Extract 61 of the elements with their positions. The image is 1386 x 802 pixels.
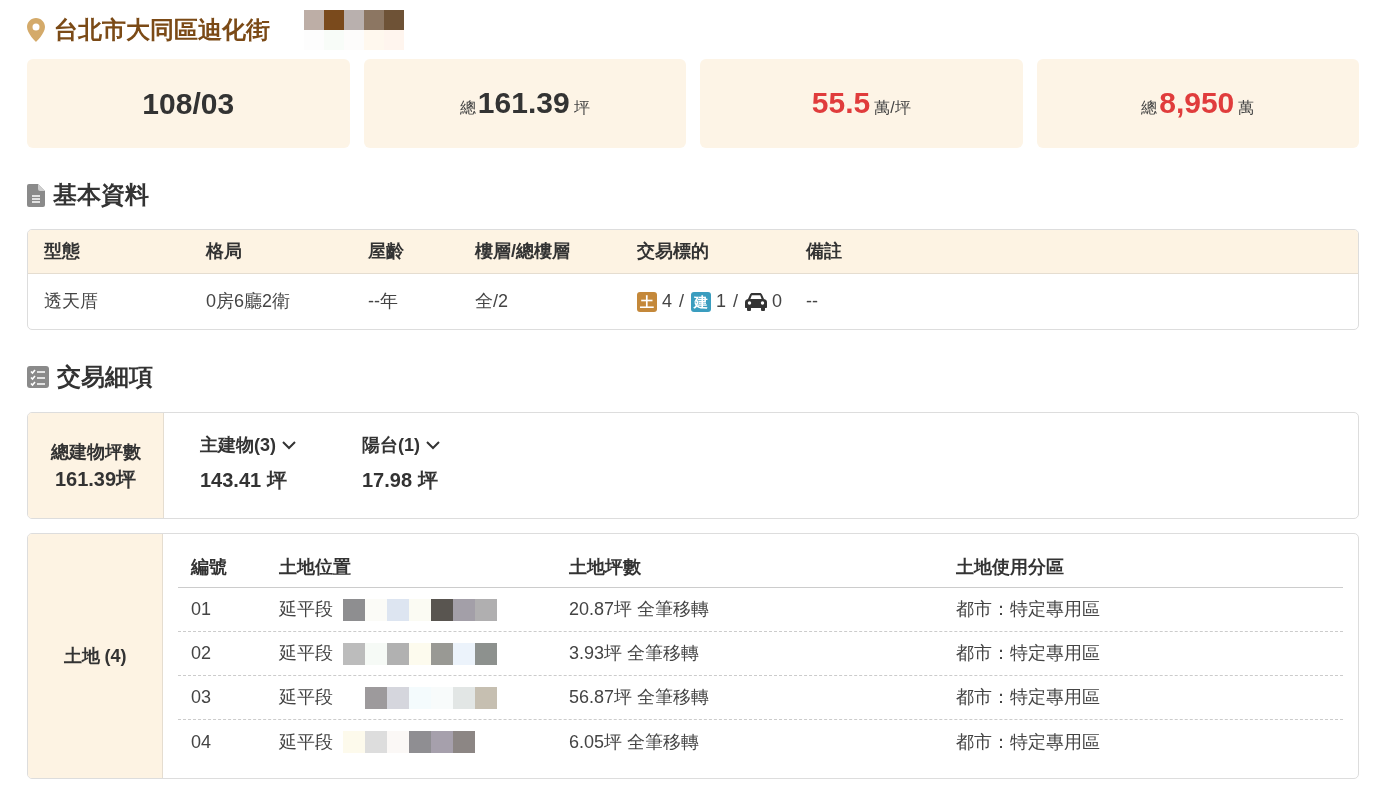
stat-unit: 萬/坪 [874,97,911,118]
table-cell-text: 全/2 [475,290,508,313]
expand-toggle[interactable]: 陽台(1) [362,436,440,454]
document-icon [27,183,45,207]
column-header: 樓層/總樓層 [475,240,570,263]
table-cell-text: 延平段 [279,642,333,665]
table-cell-text: --年 [368,290,398,313]
separator-slash: / [733,290,739,313]
location-title: 台北市大同區迪化街 [54,18,270,42]
table-cell-text: 延平段 [279,730,333,754]
table-cell-text: 04 [191,730,212,754]
table-cell-text: 透天厝 [44,290,98,313]
table-cell-text: 延平段 [279,686,333,709]
column-header: 編號 [191,556,227,579]
table-cell-text: 20.87坪 全筆移轉 [569,598,710,621]
stat-prefix: 總 [459,97,476,118]
section-heading: 基本資料 [53,183,149,207]
location-pin-icon [27,18,45,42]
column-header: 土地使用分區 [956,556,1064,579]
column-header: 屋齡 [368,240,404,263]
stat-value: 55.5 [811,87,871,118]
section-heading: 交易細項 [57,365,153,389]
stat-value: 108/03 [142,88,235,119]
car-icon [745,292,768,311]
table-cell-text: 延平段 [279,598,333,621]
area-value: 161.39坪 [54,468,137,489]
table-cell-text: 都市：特定專用區 [956,642,1100,665]
column-header: 備註 [806,240,842,263]
area-value: 143.41 坪 [200,470,287,490]
table-cell-text: 都市：特定專用區 [956,686,1100,709]
table-cell-text: 03 [191,686,212,709]
stat-unit: 萬 [1238,97,1255,118]
area-value: 17.98 坪 [362,470,438,490]
column-header: 型態 [44,240,80,263]
column-header: 土地位置 [279,556,351,579]
table-cell-text: 都市：特定專用區 [956,598,1100,621]
count-text: 1 [716,290,727,313]
column-header: 格局 [206,240,242,263]
checklist-icon [27,366,49,388]
count-text: 4 [662,290,672,313]
land-badge: 建 [691,291,712,312]
table-cell-text: 02 [191,642,212,665]
land-badge: 土 [637,291,657,312]
stat-prefix: 總 [1141,97,1158,118]
table-cell-text: 6.05坪 全筆移轉 [569,730,700,754]
expand-toggle[interactable]: 主建物(3) [200,436,296,454]
stat-unit: 坪 [573,97,590,118]
column-header: 交易標的 [637,240,709,263]
column-header: 土地坪數 [569,556,641,579]
land-label: 土地 (4) [63,644,127,668]
stat-value: 161.39 [477,87,570,118]
separator-slash: / [679,290,685,313]
count-text: 0 [772,290,783,313]
table-cell-text: 0房6廳2衛 [206,290,291,313]
table-cell-text: -- [806,290,818,313]
table-cell-text: 都市：特定專用區 [956,730,1100,754]
table-cell-text: 3.93坪 全筆移轉 [569,642,700,665]
table-cell-text: 56.87坪 全筆移轉 [569,686,710,709]
table-cell-text: 01 [191,598,212,621]
stat-value: 8,950 [1159,87,1235,118]
area-label: 總建物坪數 [50,442,141,461]
